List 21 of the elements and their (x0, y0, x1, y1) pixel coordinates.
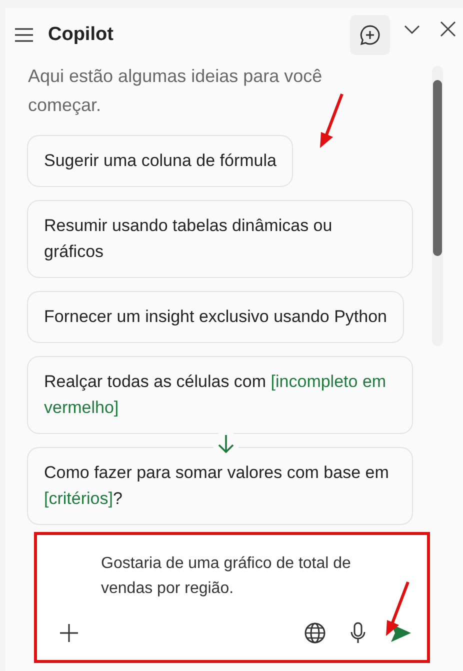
message-input[interactable]: Gostaria de uma gráfico de total de vendas por região. (35, 533, 428, 601)
composer[interactable]: Gostaria de uma gráfico de total de vendas por região. (35, 533, 428, 658)
chevron-down-icon[interactable] (404, 25, 420, 35)
suggestion-card[interactable]: Como fazer para somar valores com base em [critérios]? (27, 447, 413, 525)
suggestion-card[interactable]: Resumir usando tabelas dinâmicas ou gráficos (27, 200, 413, 278)
annotation-arrow (384, 580, 410, 638)
suggestion-card[interactable]: Fornecer um insight exclusivo usando Python (27, 291, 404, 343)
intro-text: Aqui estão algumas ideias para você começar. (27, 65, 324, 117)
plus-icon[interactable] (59, 623, 79, 643)
menu-icon[interactable] (14, 27, 34, 43)
close-icon[interactable] (440, 21, 456, 37)
microphone-icon[interactable] (350, 622, 366, 644)
scrollbar-thumb[interactable] (433, 80, 442, 256)
annotation-arrow (318, 92, 344, 150)
panel-title: Copilot (48, 22, 114, 47)
globe-icon[interactable] (304, 622, 326, 644)
chat-plus-icon (359, 24, 381, 46)
suggestion-card[interactable]: Realçar todas as células com [incompleto em vermelho] (27, 356, 413, 434)
arrow-down-icon (217, 434, 235, 454)
suggestion-card[interactable]: Sugerir uma coluna de fórmula (27, 135, 294, 187)
new-chat-button[interactable] (350, 15, 390, 55)
